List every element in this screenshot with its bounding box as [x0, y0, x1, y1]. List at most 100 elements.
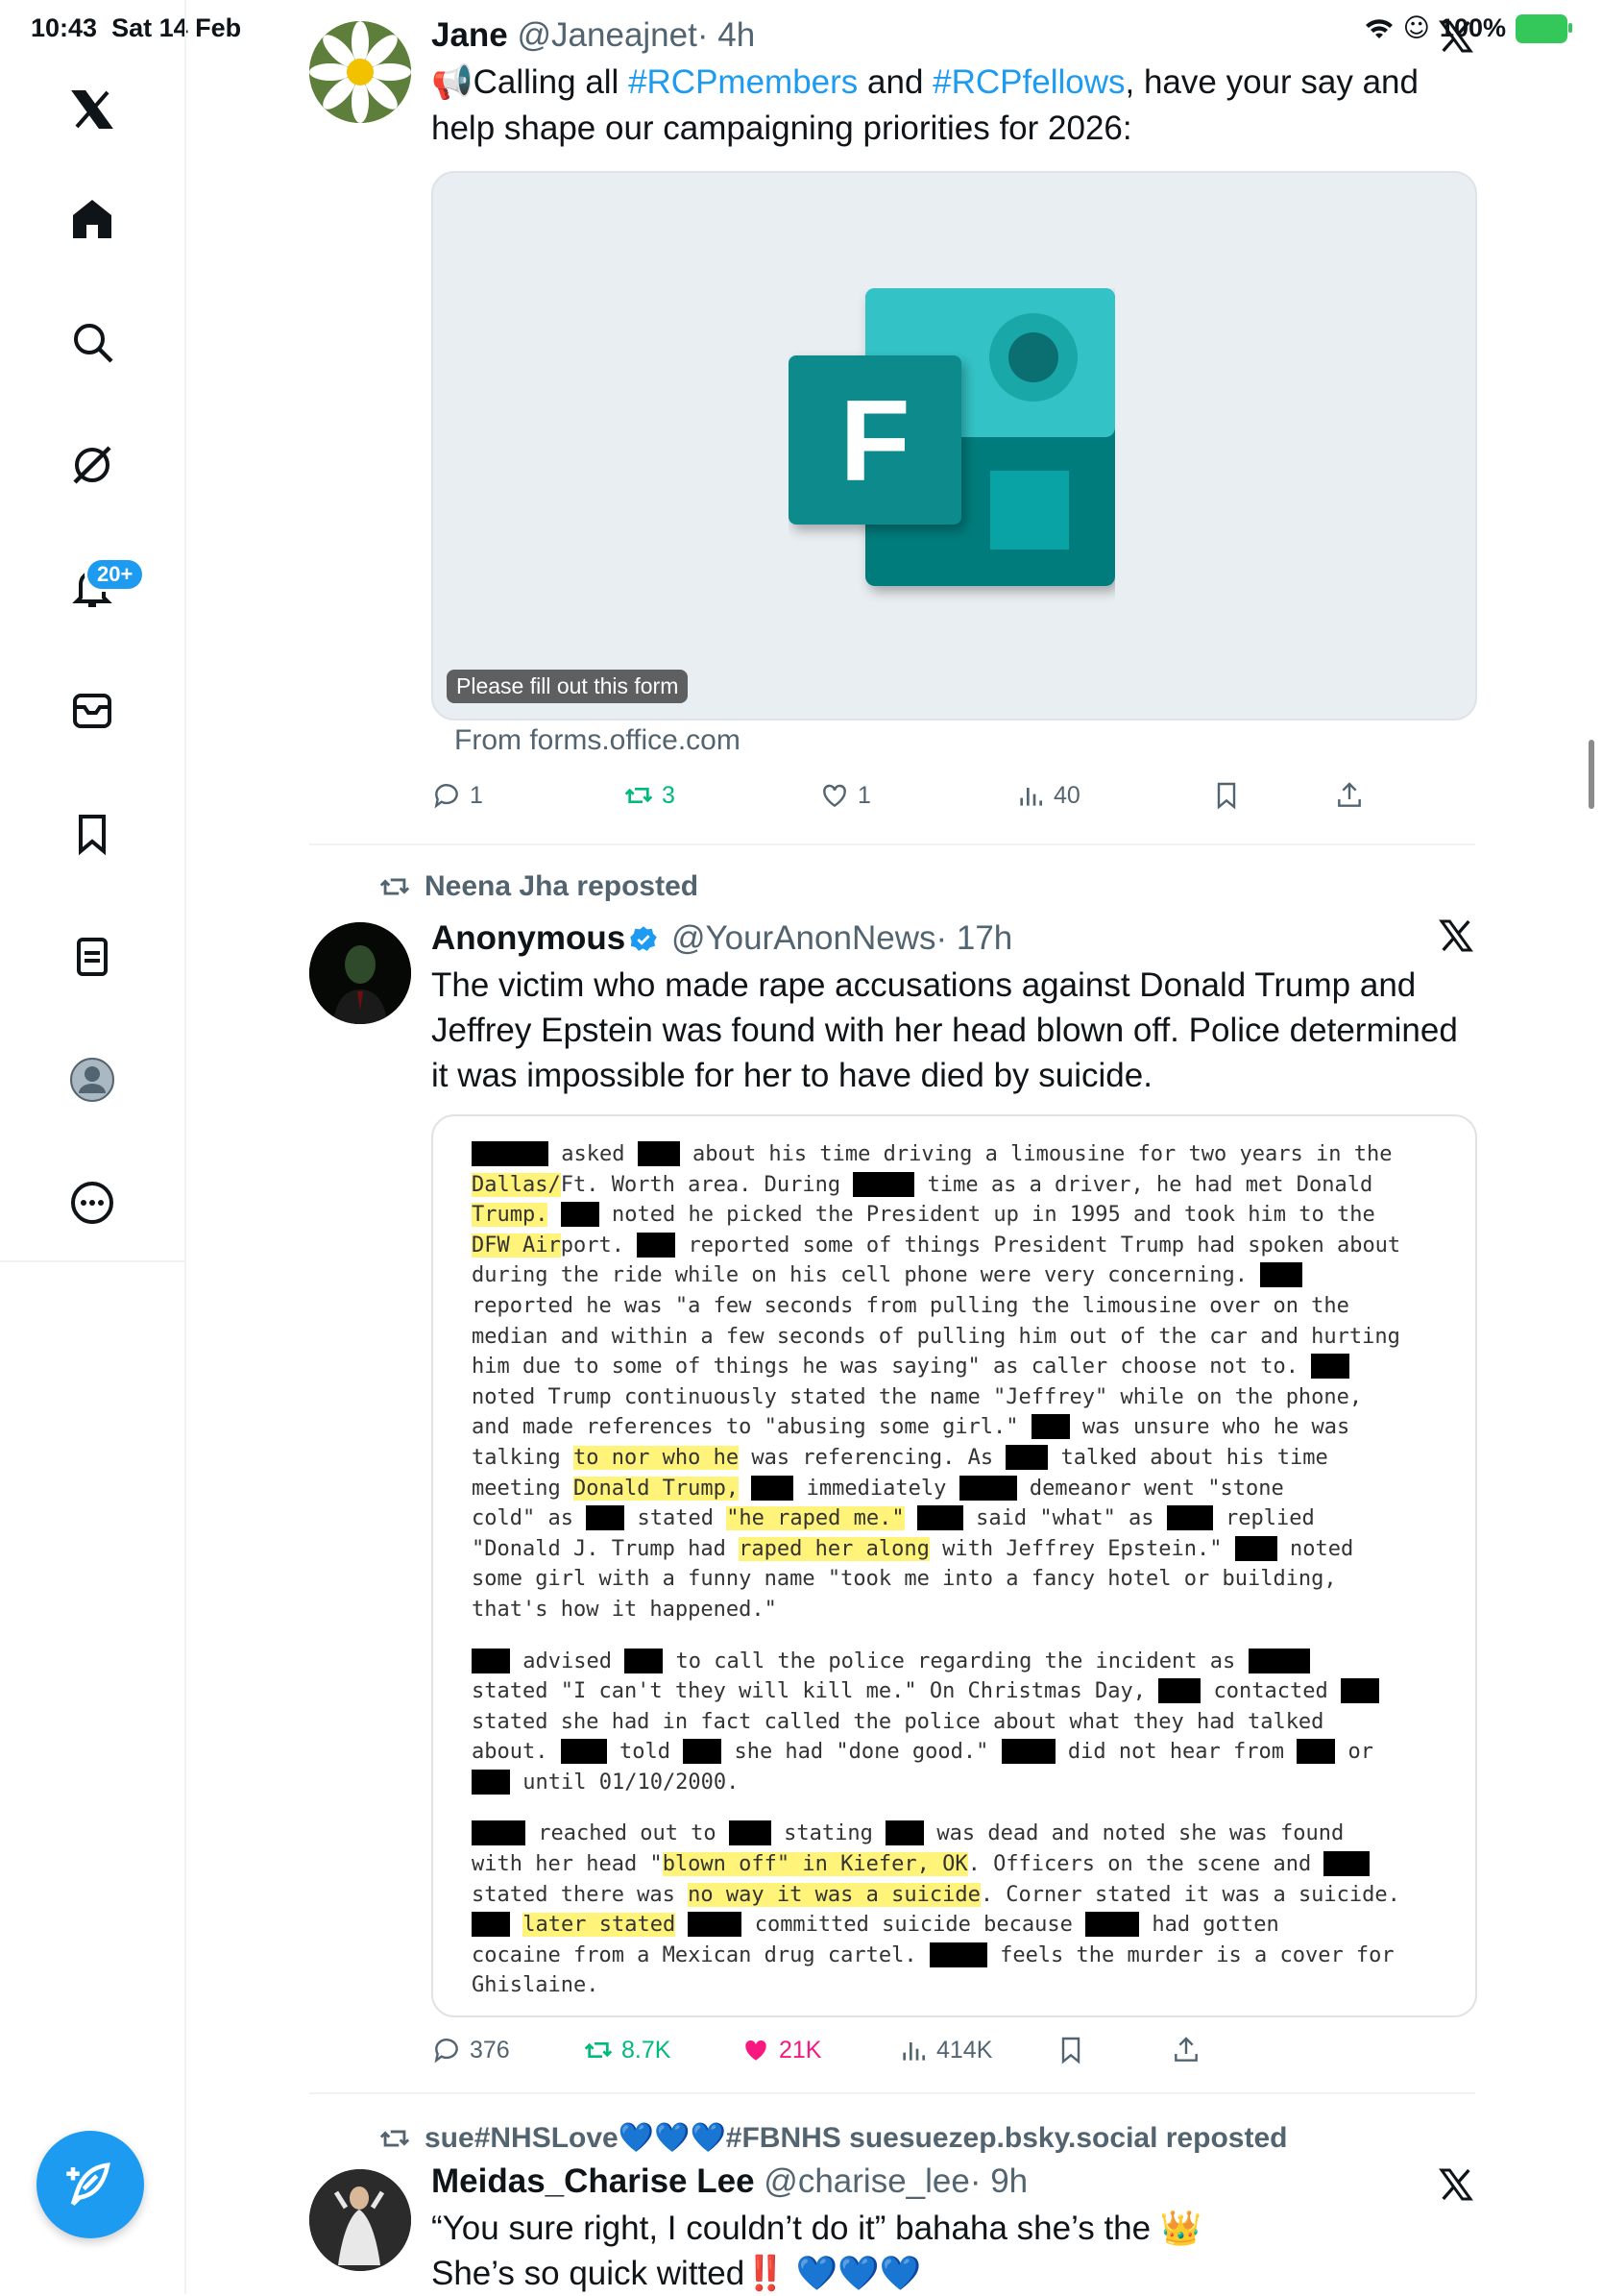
highlighted-text: to nor who he — [572, 1445, 740, 1470]
tweet-header: Meidas_Charise Lee @charise_lee· 9h — [431, 2162, 1475, 2202]
redaction-bar — [472, 1141, 548, 1166]
repost-attribution[interactable]: Neena Jha reposted — [378, 870, 698, 903]
document-line: with her head "blown off" in Kiefer, OK.… — [472, 1849, 1461, 1880]
redaction-bar — [1031, 1414, 1070, 1440]
author-handle[interactable]: @YourAnonNews — [671, 919, 936, 957]
home-icon[interactable] — [63, 190, 121, 248]
like-button[interactable]: 1 — [819, 780, 871, 811]
tweet-text: The victim who made rape accusations aga… — [431, 966, 1458, 1094]
bookmark-icon — [1217, 782, 1236, 810]
redaction-bar — [472, 1769, 510, 1795]
battery-icon — [1516, 13, 1572, 43]
microsoft-forms-logo-icon: F — [789, 288, 1115, 586]
redaction-bar — [1260, 1262, 1303, 1288]
bookmark-icon — [1061, 2037, 1080, 2064]
reply-button[interactable]: 1 — [431, 780, 483, 811]
redaction-bar — [1311, 1354, 1350, 1380]
highlighted-text: Dallas/ — [472, 1172, 561, 1197]
compose-button[interactable] — [36, 2131, 144, 2238]
redaction-bar — [1340, 1678, 1379, 1704]
author-name[interactable]: Anonymous — [431, 919, 625, 957]
x-logo-icon[interactable] — [63, 81, 121, 138]
tweet-divider — [309, 843, 1475, 845]
redaction-bar — [472, 1912, 510, 1938]
sidebar-nav: 20+ — [0, 0, 186, 2294]
redaction-bar — [637, 1232, 676, 1258]
tweet-meidas[interactable]: Meidas_Charise Lee @charise_lee· 9h “You… — [309, 2152, 1475, 2294]
highlighted-text: raped her along — [739, 1536, 930, 1561]
highlighted-text: no way it was a suicide — [688, 1882, 981, 1907]
author-handle[interactable]: @charise_lee — [764, 2162, 970, 2200]
bookmark-button[interactable] — [1056, 2035, 1086, 2065]
highlighted-text: blown off" in Kiefer, OK — [662, 1852, 968, 1877]
redacted-document-text: asked about his time driving a limousine… — [472, 1139, 1461, 2015]
document-line: "Donald J. Trump had raped her along wit… — [472, 1535, 1354, 1561]
heart-icon — [823, 784, 846, 808]
repost-button[interactable]: 3 — [623, 780, 675, 811]
reply-button[interactable]: 376 — [431, 2035, 510, 2065]
lists-icon[interactable] — [63, 928, 121, 986]
hashtag-link[interactable]: #RCPmembers — [628, 63, 858, 101]
document-line: median and within a few seconds of pulli… — [472, 1324, 1400, 1349]
tweet-time[interactable]: · 9h — [970, 2162, 1028, 2200]
bookmarks-icon[interactable] — [63, 805, 121, 863]
search-icon[interactable] — [63, 313, 121, 371]
tweet-time[interactable]: · 17h — [935, 919, 1012, 957]
redaction-bar — [1166, 1505, 1213, 1531]
document-image[interactable]: asked about his time driving a limousine… — [431, 1114, 1477, 2017]
reply-icon — [434, 784, 458, 809]
document-line: talking to nor who he was referencing. A… — [472, 1444, 1328, 1470]
heart-filled-icon — [745, 2040, 766, 2061]
highlighted-text: Trump. — [472, 1203, 548, 1228]
bookmark-button[interactable] — [1211, 780, 1242, 811]
redaction-bar — [683, 1739, 722, 1765]
scrollbar[interactable] — [1589, 740, 1594, 809]
share-button[interactable] — [1171, 2035, 1202, 2065]
profile-icon[interactable] — [63, 1051, 121, 1109]
messages-icon[interactable] — [63, 682, 121, 740]
highlighted-text: Donald Trump, — [572, 1476, 740, 1501]
views-button[interactable]: 414K — [898, 2035, 992, 2065]
repost-icon — [379, 878, 410, 895]
tweet-time[interactable]: · 4h — [697, 16, 755, 54]
repost-attribution[interactable]: sue#NHSLove💙💙💙#FBNHS suesuezep.bsky.soci… — [378, 2121, 1287, 2155]
link-card[interactable]: F Please fill out this form — [431, 171, 1477, 721]
redaction-bar — [1001, 1739, 1056, 1765]
redaction-bar — [728, 1820, 771, 1846]
redaction-bar — [1234, 1535, 1277, 1561]
highlighted-text: "he raped me." — [726, 1506, 905, 1531]
more-icon[interactable] — [63, 1174, 121, 1232]
grok-icon[interactable] — [63, 436, 121, 494]
avatar[interactable] — [309, 2169, 411, 2271]
author-handle[interactable]: @Janeajnet — [518, 16, 697, 54]
redaction-bar — [560, 1202, 599, 1228]
tweet-text-line: She’s so quick witted‼️ 💙💙💙 — [431, 2255, 922, 2292]
highlighted-text: later stated — [522, 1913, 676, 1938]
views-button[interactable]: 40 — [1015, 780, 1080, 811]
card-source[interactable]: From forms.office.com — [454, 724, 740, 757]
redaction-bar — [637, 1141, 680, 1166]
document-line: him due to some of things he was saying"… — [472, 1352, 1461, 1382]
avatar[interactable] — [309, 922, 411, 1024]
redaction-bar — [853, 1171, 915, 1197]
share-button[interactable] — [1334, 780, 1365, 811]
document-paragraph: asked about his time driving a limousine… — [472, 1139, 1461, 1625]
redaction-bar — [688, 1912, 742, 1938]
redaction-bar — [1297, 1739, 1336, 1765]
notification-badge: 20+ — [85, 557, 146, 592]
hashtag-link[interactable]: #RCPfellows — [933, 63, 1125, 101]
document-line: Ghislaine. — [472, 1973, 599, 1998]
tweet-text: “You sure right, I couldn’t do it” bahah… — [431, 2206, 1475, 2296]
like-button[interactable]: 21K — [740, 2035, 821, 2065]
redaction-bar — [624, 1648, 664, 1673]
tweet-divider — [309, 2092, 1475, 2094]
author-name[interactable]: Meidas_Charise Lee — [431, 2162, 755, 2200]
repost-button[interactable]: 8.7K — [583, 2035, 670, 2065]
document-line: later stated committed suicide because h… — [472, 1910, 1461, 1941]
author-name[interactable]: Jane — [431, 16, 508, 54]
document-line: Dallas/Ft. Worth area. During time as a … — [472, 1171, 1373, 1197]
redaction-bar — [586, 1505, 625, 1531]
document-line: noted Trump continuously stated the name… — [472, 1384, 1363, 1409]
avatar[interactable] — [309, 21, 411, 123]
redaction-bar — [1006, 1444, 1049, 1470]
